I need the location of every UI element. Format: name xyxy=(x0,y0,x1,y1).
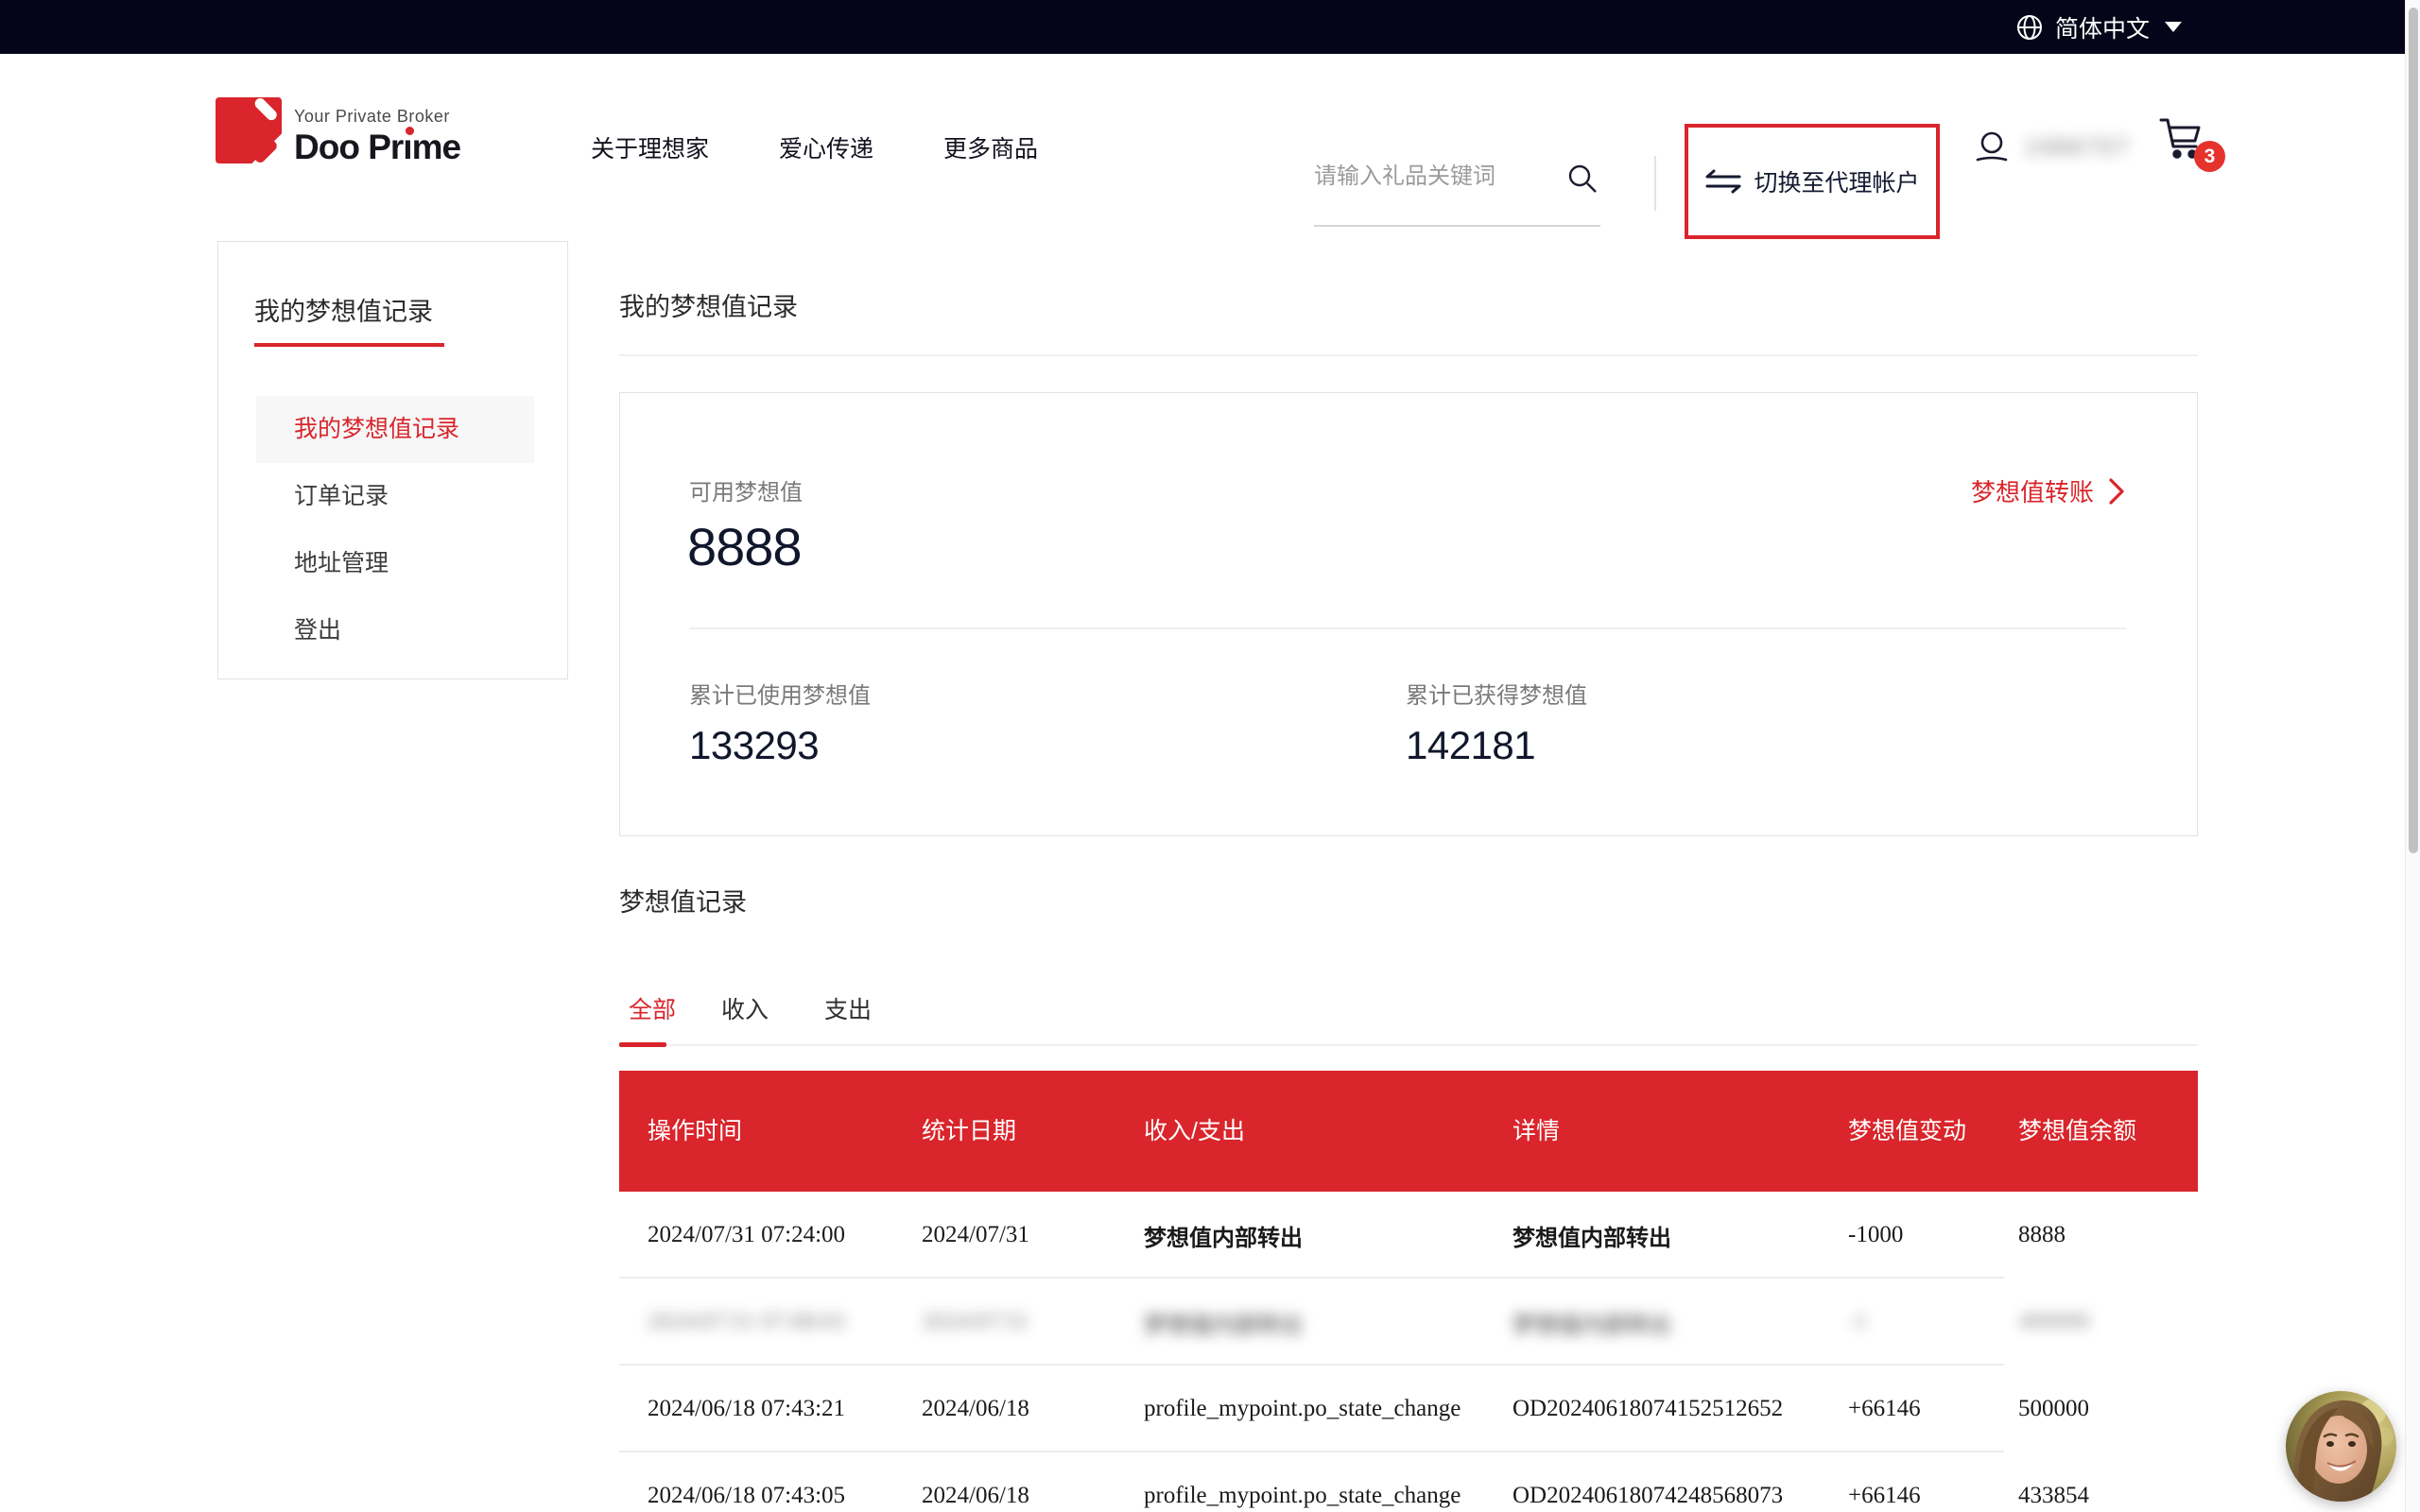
search-icon[interactable] xyxy=(1566,163,1599,195)
col-income-expense: 收入/支出 xyxy=(1144,1114,1512,1148)
cell-balance: 8888 xyxy=(2018,1222,2198,1248)
cell-balance: 499999 xyxy=(2018,1309,2198,1335)
header-divider xyxy=(1654,156,1656,211)
cell-date: 2024/07/31 xyxy=(922,1309,1144,1335)
col-points-change: 梦想值变动 xyxy=(1848,1114,2018,1148)
switch-to-agent-account-button[interactable]: 切换至代理帐户 xyxy=(1685,124,1940,239)
sidebar-item-order-history[interactable]: 订单记录 xyxy=(256,463,534,530)
page: 简体中文 Your Private Broker Doo Prıme 关于理想家… xyxy=(0,0,2420,1512)
col-points-balance: 梦想值余额 xyxy=(2018,1114,2198,1148)
tab-all[interactable]: 全部 xyxy=(629,991,676,1025)
summary-card: 可用梦想值 8888 梦想值转账 累计已使用梦想值 133293 累计已获得梦想… xyxy=(619,392,2198,836)
user-icon xyxy=(1972,128,2012,167)
cell-date: 2024/06/18 xyxy=(922,1483,1144,1509)
available-points-label: 可用梦想值 xyxy=(689,473,803,507)
cell-change: +66146 xyxy=(1848,1396,2018,1422)
cell-detail: 梦想值内部转出 xyxy=(1512,1306,1848,1339)
earned-points-stat: 累计已获得梦想值 142181 xyxy=(1406,677,1587,768)
cart-button[interactable]: 3 xyxy=(2153,111,2220,196)
nav-item-charity[interactable]: 爱心传递 xyxy=(779,130,873,164)
used-points-label: 累计已使用梦想值 xyxy=(689,677,871,710)
cell-type: 梦想值内部转出 xyxy=(1144,1219,1512,1252)
main-nav: 关于理想家 爱心传递 更多商品 xyxy=(591,54,1038,241)
cell-detail: 梦想值内部转出 xyxy=(1512,1219,1848,1252)
search-input[interactable] xyxy=(1314,134,1555,219)
globe-icon xyxy=(2015,13,2044,42)
col-stat-date: 统计日期 xyxy=(922,1114,1144,1148)
doo-prime-logo-icon xyxy=(216,97,282,163)
table-row: 2024/06/18 07:43:21 2024/06/18 profile_m… xyxy=(619,1366,2198,1452)
used-points-value: 133293 xyxy=(689,723,871,768)
sidebar-item-logout[interactable]: 登出 xyxy=(256,597,534,664)
gift-search xyxy=(1314,134,1600,227)
active-tab-underline xyxy=(619,1042,666,1047)
user-account[interactable]: 1986707 xyxy=(1972,54,2130,241)
records-tabs: 全部 收入 支出 xyxy=(619,986,2198,1046)
earned-points-label: 累计已获得梦想值 xyxy=(1406,677,1587,710)
cell-change: -1000 xyxy=(1848,1222,2018,1248)
cell-type: 梦想值内部转出 xyxy=(1144,1306,1512,1339)
cell-date: 2024/07/31 xyxy=(922,1222,1144,1248)
page-scrollbar[interactable] xyxy=(2405,0,2420,1512)
chevron-right-icon xyxy=(2107,477,2126,506)
sidebar: 我的梦想值记录 我的梦想值记录 订单记录 地址管理 登出 xyxy=(217,241,568,679)
card-divider xyxy=(689,627,2126,629)
table-row-blurred: 2024/07/31 07:08:03 2024/07/31 梦想值内部转出 梦… xyxy=(619,1279,2198,1366)
cell-type: profile_mypoint.po_state_change xyxy=(1144,1483,1512,1509)
sidebar-item-address-management[interactable]: 地址管理 xyxy=(256,530,534,597)
avatar-photo xyxy=(2286,1391,2396,1502)
logo-tagline: Your Private Broker xyxy=(294,107,460,127)
cell-type: profile_mypoint.po_state_change xyxy=(1144,1396,1512,1422)
title-divider xyxy=(619,354,2198,356)
brand-logo[interactable]: Your Private Broker Doo Prıme xyxy=(216,97,460,167)
language-selector[interactable]: 简体中文 xyxy=(2015,0,2182,54)
cell-balance: 433854 xyxy=(2018,1483,2198,1509)
cell-detail: OD20240618074248568073 xyxy=(1512,1483,1848,1509)
col-operation-time: 操作时间 xyxy=(619,1114,922,1148)
cell-balance: 500000 xyxy=(2018,1396,2198,1422)
sidebar-item-my-dream-points[interactable]: 我的梦想值记录 xyxy=(256,396,534,463)
scrollbar-thumb[interactable] xyxy=(2409,8,2418,853)
sidebar-menu: 我的梦想值记录 订单记录 地址管理 登出 xyxy=(218,396,567,664)
cell-time: 2024/07/31 07:24:00 xyxy=(619,1222,922,1248)
table-row: 2024/06/18 07:43:05 2024/06/18 profile_m… xyxy=(619,1452,2198,1512)
username-blurred: 1986707 xyxy=(2025,134,2130,162)
points-transfer-label: 梦想值转账 xyxy=(1971,473,2094,508)
available-points-value: 8888 xyxy=(687,516,802,577)
support-chat-avatar[interactable] xyxy=(2286,1391,2396,1502)
nav-item-more-products[interactable]: 更多商品 xyxy=(943,130,1038,164)
page-title: 我的梦想值记录 xyxy=(619,286,798,323)
nav-item-about[interactable]: 关于理想家 xyxy=(591,130,709,164)
cell-time: 2024/06/18 07:43:05 xyxy=(619,1483,922,1509)
table-row: 2024/07/31 07:24:00 2024/07/31 梦想值内部转出 梦… xyxy=(619,1192,2198,1279)
cell-change: +66146 xyxy=(1848,1483,2018,1509)
cell-detail: OD20240618074152512652 xyxy=(1512,1396,1848,1422)
table-header-row: 操作时间 统计日期 收入/支出 详情 梦想值变动 梦想值余额 xyxy=(619,1071,2198,1192)
tab-expense[interactable]: 支出 xyxy=(824,991,872,1025)
header: Your Private Broker Doo Prıme 关于理想家 爱心传递… xyxy=(0,54,2420,241)
chevron-down-icon xyxy=(2165,22,2182,32)
sidebar-title-underline xyxy=(254,343,444,347)
switch-account-label: 切换至代理帐户 xyxy=(1754,164,1919,198)
cell-time: 2024/07/31 07:08:03 xyxy=(619,1309,922,1335)
col-details: 详情 xyxy=(1512,1114,1848,1148)
sidebar-title: 我的梦想值记录 xyxy=(254,291,567,328)
logo-brand: Doo Prıme xyxy=(294,128,460,167)
logo-text: Your Private Broker Doo Prıme xyxy=(294,97,460,167)
tab-income[interactable]: 收入 xyxy=(721,991,769,1025)
language-label: 简体中文 xyxy=(2055,10,2150,44)
cart-count-badge: 3 xyxy=(2194,141,2225,172)
top-bar: 简体中文 xyxy=(0,0,2420,54)
records-section-title: 梦想值记录 xyxy=(619,882,747,919)
used-points-stat: 累计已使用梦想值 133293 xyxy=(689,677,871,768)
points-transfer-link[interactable]: 梦想值转账 xyxy=(1971,473,2126,508)
cell-date: 2024/06/18 xyxy=(922,1396,1144,1422)
swap-arrows-icon xyxy=(1704,167,1742,196)
cell-change: -1 xyxy=(1848,1309,2018,1335)
earned-points-value: 142181 xyxy=(1406,723,1587,768)
records-table: 操作时间 统计日期 收入/支出 详情 梦想值变动 梦想值余额 2024/07/3… xyxy=(619,1071,2198,1512)
cell-time: 2024/06/18 07:43:21 xyxy=(619,1396,922,1422)
